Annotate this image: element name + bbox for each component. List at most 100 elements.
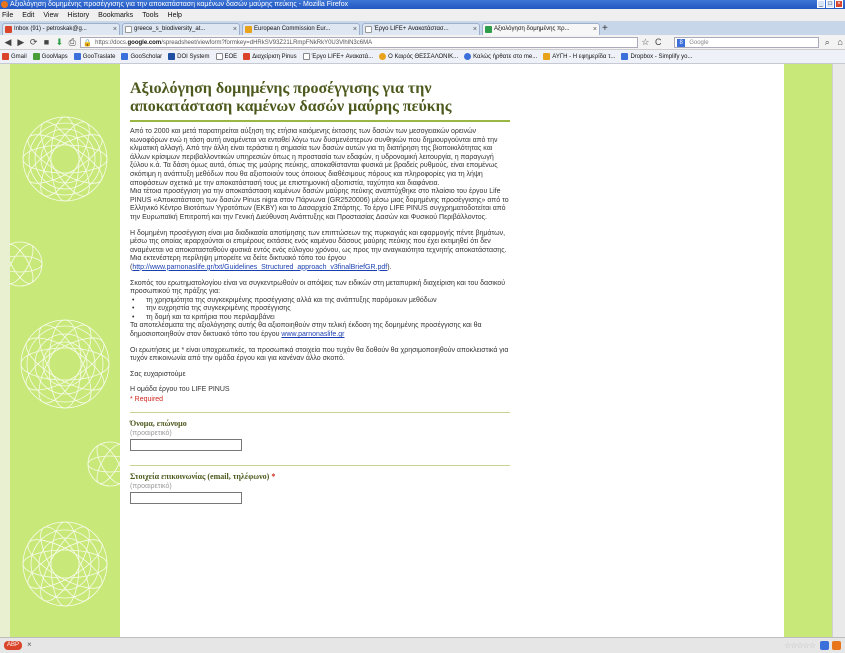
bookmark-life[interactable]: Έργο LIFE+ Ανακατά... xyxy=(302,53,373,60)
close-tab-icon[interactable]: × xyxy=(233,24,237,35)
question-name: Όνομα, επώνυμο (προαιρετικό) xyxy=(130,412,510,452)
menu-bookmarks[interactable]: Bookmarks xyxy=(98,12,133,19)
tab-inbox[interactable]: Inbox (91) - petroskak@g... × xyxy=(2,23,120,35)
bookmark-gootranslate[interactable]: GooTraslate xyxy=(73,53,116,60)
menu-history[interactable]: History xyxy=(67,12,89,19)
bookmark-label: GooTraslate xyxy=(82,53,116,60)
bookmark-label: Καλώς ήρθατε στο me... xyxy=(473,53,538,60)
name-input[interactable] xyxy=(130,439,242,452)
rating-stars-icon[interactable]: ☆☆☆☆☆ xyxy=(784,641,816,650)
print-icon[interactable]: ⎙ xyxy=(67,37,77,48)
bookmark-weather[interactable]: Ο Καιρός ΘΕΣΣΑΛΟΝΙΚ... xyxy=(379,53,458,60)
bookmark-label: Dropbox - Simplify yo... xyxy=(630,53,693,60)
close-tab-icon[interactable]: × xyxy=(113,24,117,35)
ec-icon xyxy=(245,26,252,33)
google-docs-icon xyxy=(485,26,492,33)
bookmark-eoe[interactable]: EOE xyxy=(215,53,237,60)
close-addon-bar-icon[interactable]: × xyxy=(27,640,32,649)
bookmark-welcome[interactable]: Καλώς ήρθατε στο me... xyxy=(464,53,537,60)
bookmark-label: DOI System xyxy=(177,53,210,60)
status-icons xyxy=(820,641,841,650)
bookmark-avgi[interactable]: ΑΥΓΗ - Η εφημερίδα τ... xyxy=(543,53,615,60)
project-site-link[interactable]: www.parnonaslife.gr xyxy=(281,331,344,338)
tab-label: Inbox (91) - petroskak@g... xyxy=(14,26,87,32)
question-help: (προαιρετικό) xyxy=(130,483,172,491)
tab-assessment-form[interactable]: Αξιολόγηση δομημένης πρ... × xyxy=(482,23,600,35)
bullet-item: την ευχρηστία της συγκεκριμένης προσέγγι… xyxy=(130,305,510,314)
google-search-icon: 8 xyxy=(677,38,686,47)
bookmark-label: Gmail xyxy=(11,53,27,60)
bookmark-dropbox[interactable]: Dropbox - Simplify yo... xyxy=(621,53,692,60)
vertical-scrollbar[interactable] xyxy=(832,64,845,637)
spirograph-decoration xyxy=(10,64,120,637)
left-track xyxy=(0,64,10,637)
forward-icon[interactable]: ▶ xyxy=(16,37,26,48)
menu-help[interactable]: Help xyxy=(168,12,182,19)
menu-bar: File Edit View History Bookmarks Tools H… xyxy=(0,9,845,21)
window-title-bar: Αξιολόγηση δομημένης προσέγγισης για την… xyxy=(0,0,845,9)
form-description: Από το 2000 και μετά παρατηρείται αύξηση… xyxy=(130,128,510,395)
menu-edit[interactable]: Edit xyxy=(22,12,34,19)
tab-biodiversity[interactable]: greece_s_biodiversity_at... × xyxy=(122,23,240,35)
bookmark-label: GooScholar xyxy=(130,53,163,60)
maps-icon xyxy=(32,53,40,60)
guidelines-link[interactable]: http://www.parnonaslife.gr/txt/Guideline… xyxy=(132,264,387,271)
approach-paragraph: Η δομημένη προσέγγιση είναι μια διαδικασ… xyxy=(130,229,507,254)
stop-icon[interactable]: ■ xyxy=(42,37,52,48)
new-tab-button[interactable]: + xyxy=(602,23,614,35)
project-paragraph: Μια τέτοια προσέγγιση για την αποκατάστα… xyxy=(130,188,509,221)
download-icon[interactable]: ⬇ xyxy=(54,37,64,48)
doi-icon xyxy=(168,53,176,60)
bookmark-label: Ο Καιρός ΘΕΣΣΑΛΟΝΙΚ... xyxy=(388,53,459,60)
bookmark-gmail[interactable]: Gmail xyxy=(2,53,27,60)
tab-life-project[interactable]: Έργο LIFE+ Ανακατάστασ... × xyxy=(362,23,480,35)
close-window-button[interactable]: × xyxy=(835,0,843,8)
bookmark-label: GooMaps xyxy=(41,53,68,60)
search-input[interactable]: 8 Google xyxy=(674,36,820,48)
search-icon[interactable]: ⌕ xyxy=(822,37,832,48)
adblock-icon[interactable]: ABP xyxy=(4,641,22,650)
bookmark-pinus[interactable]: Διαχείριση Pinus xyxy=(243,53,297,60)
addon-icon[interactable] xyxy=(832,641,841,650)
menu-view[interactable]: View xyxy=(43,12,58,19)
addon-icon[interactable] xyxy=(820,641,829,650)
form-page: Αξιολόγηση δομημένης προσέγγισης για την… xyxy=(120,64,784,637)
page-content: Αξιολόγηση δομημένης προσέγγισης για την… xyxy=(0,64,845,637)
home-icon[interactable]: ⌂ xyxy=(835,37,845,48)
minimize-button[interactable]: _ xyxy=(817,0,825,8)
avgi-icon xyxy=(543,53,551,60)
menu-tools[interactable]: Tools xyxy=(142,12,158,19)
bookmark-doi[interactable]: DOI System xyxy=(168,53,210,60)
maximize-button[interactable]: □ xyxy=(826,0,834,8)
menu-file[interactable]: File xyxy=(2,12,13,19)
dropbox-icon xyxy=(621,53,629,60)
close-tab-icon[interactable]: × xyxy=(473,24,477,35)
gmail-icon xyxy=(2,53,9,60)
contact-input[interactable] xyxy=(130,492,242,505)
page-icon xyxy=(365,26,372,33)
globe-icon xyxy=(464,53,472,60)
required-note: * Required xyxy=(130,396,164,404)
thanks-text: Σας ευχαριστούμε xyxy=(130,370,186,378)
tab-european-commission[interactable]: European Commission Eur... × xyxy=(242,23,360,35)
bookmark-label: ΑΥΓΗ - Η εφημερίδα τ... xyxy=(552,53,616,60)
navigation-bar: ◀ ▶ ⟳ ■ ⬇ ⎙ 🔒 https://docs.google.com/sp… xyxy=(0,35,845,50)
question-label: Στοιχεία επικοινωνίας (email, τηλέφωνο) … xyxy=(130,472,510,481)
privacy-paragraph: Οι ερωτήσεις με * είναι υποχρεωτικές, τα… xyxy=(130,346,509,363)
back-icon[interactable]: ◀ xyxy=(3,37,13,48)
bookmark-gooscholar[interactable]: GooScholar xyxy=(121,53,162,60)
right-margin xyxy=(787,64,832,637)
tab-label: greece_s_biodiversity_at... xyxy=(134,26,206,32)
bookmarks-bar: Gmail GooMaps GooTraslate GooScholar DOI… xyxy=(0,50,845,64)
refresh-icon[interactable]: C xyxy=(653,37,663,48)
tab-label: Έργο LIFE+ Ανακατάστασ... xyxy=(374,26,449,32)
bookmark-star-icon[interactable]: ☆ xyxy=(641,37,651,48)
url-bar[interactable]: 🔒 https://docs.google.com/spreadsheet/vi… xyxy=(80,36,638,48)
purpose-paragraph: Σκοπός του ερωτηματολογίου είναι να συγκ… xyxy=(130,279,506,296)
bookmark-goomaps[interactable]: GooMaps xyxy=(32,53,68,60)
gmail-icon xyxy=(5,26,12,33)
reload-icon[interactable]: ⟳ xyxy=(29,37,39,48)
close-tab-icon[interactable]: × xyxy=(353,24,357,35)
close-tab-icon[interactable]: × xyxy=(593,24,597,35)
window-title: Αξιολόγηση δομημένης προσέγγισης για την… xyxy=(10,1,349,8)
